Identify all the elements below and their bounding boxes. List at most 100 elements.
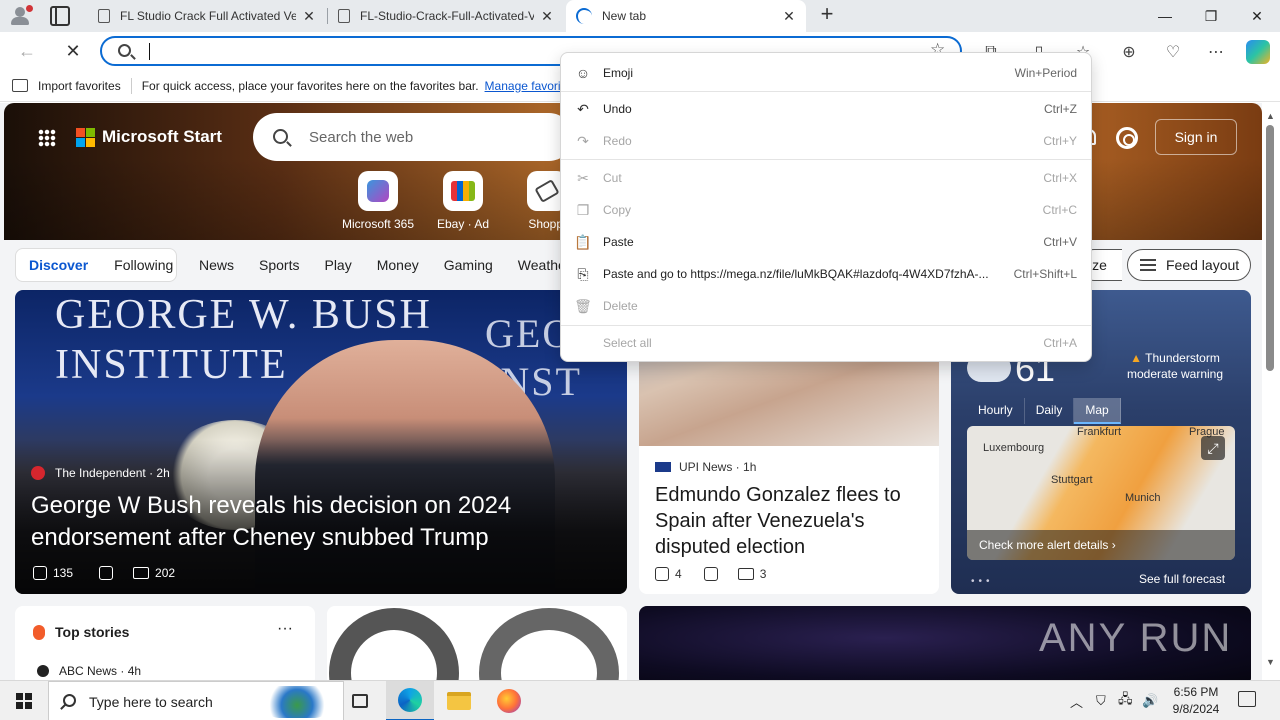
dislike-icon[interactable] [703,567,718,581]
menu-item-paste[interactable]: 📋 Paste Ctrl+V [561,228,1091,256]
settings-more-icon[interactable]: ⋯ [1205,41,1227,63]
map-label: Frankfurt [1077,426,1122,438]
sign-in-button[interactable]: Sign in [1155,119,1237,155]
like-icon[interactable] [655,567,669,581]
start-button[interactable] [0,681,48,720]
shortcut-ebay[interactable]: Ebay · Ad [423,171,503,231]
story-headline[interactable]: George W Bush reveals his decision on 20… [31,490,611,554]
shortcut-microsoft-365[interactable]: Microsoft 365 [338,171,418,231]
tab-actions-icon[interactable] [50,6,70,26]
page-icon [98,9,110,23]
story-headline[interactable]: Edmundo Gonzalez flees to Spain after Ve… [655,482,925,560]
show-hidden-icons[interactable]: ︿ [1070,681,1083,720]
comment-icon[interactable] [133,567,150,579]
copilot-icon[interactable] [1246,40,1270,64]
taskbar-edge[interactable] [386,681,434,720]
page-icon [338,9,350,23]
tab-map[interactable]: Map [1074,398,1121,424]
security-tray-icon[interactable]: ⛉ [1096,681,1106,720]
map-label: Luxembourg [983,442,1045,454]
restore-button[interactable]: ❐ [1188,0,1234,32]
scroll-thumb[interactable] [1266,125,1274,371]
task-view-button[interactable] [336,681,384,720]
collections-icon[interactable]: ⊕ [1118,41,1140,63]
import-favorites-button[interactable]: Import favorites [12,79,121,93]
nav-play[interactable]: Play [324,257,351,273]
page-settings-icon[interactable] [1116,127,1138,149]
context-menu: ☺ Emoji Win+Period ↶ Undo Ctrl+Z ↷ Redo … [560,52,1092,362]
web-search-box[interactable]: Search the web [253,113,573,161]
nav-money[interactable]: Money [377,257,419,273]
tab-daily[interactable]: Daily [1025,398,1075,424]
tab-discover[interactable]: Discover [16,257,101,273]
menu-item-emoji[interactable]: ☺ Emoji Win+Period [561,59,1091,87]
like-icon[interactable] [33,566,47,580]
ad-card[interactable] [327,606,627,680]
nav-gaming[interactable]: Gaming [444,257,493,273]
close-tab-icon[interactable]: ✕ [540,8,554,25]
weather-tabs: Hourly Daily Map [967,398,1121,424]
story-age: 4h [127,664,142,678]
see-full-forecast-link[interactable]: See full forecast [1139,572,1225,586]
tab-new-tab[interactable]: New tab ✕ [566,0,806,32]
tab-title: New tab [602,9,647,23]
back-button[interactable]: ← [16,40,38,62]
scroll-down-icon[interactable]: ▼ [1266,657,1275,667]
system-clock[interactable]: 6:56 PM 9/8/2024 [1164,684,1228,718]
like-count: 4 [675,567,682,581]
clock-time: 6:56 PM [1173,685,1219,699]
dislike-icon[interactable] [99,566,114,580]
story-source: The Independent [55,466,146,480]
menu-item-delete[interactable]: 🗑 Delete [561,292,1091,320]
abc-news-logo-icon [37,665,49,677]
weather-alert[interactable]: ▲ Thunderstorm moderate warning [1125,350,1225,382]
text-caret [149,43,150,60]
top-story-source-row[interactable]: ABC News · 4h [37,664,141,678]
tab-following[interactable]: Following [101,257,186,273]
volume-icon[interactable]: 🔊 [1142,681,1158,720]
comment-icon[interactable] [737,568,754,580]
taskbar-file-explorer[interactable] [435,681,483,720]
apps-grid-icon[interactable] [38,129,56,147]
flame-icon [33,625,45,640]
shortcut-label: Microsoft 365 [341,217,415,231]
story-reactions: 4 3 [655,567,766,581]
minimize-button[interactable]: — [1142,0,1188,32]
menu-item-undo[interactable]: ↶ Undo Ctrl+Z [561,95,1091,123]
scroll-up-icon[interactable]: ▲ [1266,111,1275,121]
tab-fl-studio-2[interactable]: FL-Studio-Crack-Full-Activated-V ✕ [328,0,564,32]
tab-hourly[interactable]: Hourly [967,398,1025,424]
notifications-center-icon[interactable] [1238,691,1256,707]
tab-fl-studio-1[interactable]: FL Studio Crack Full Activated Ve ✕ [88,0,326,32]
menu-item-cut[interactable]: ✂ Cut Ctrl+X [561,164,1091,192]
featured-story-card[interactable]: GEORGE W. BUSH INSTITUTE GEOR INST The Ind… [15,290,627,594]
weather-map[interactable]: Frankfurt Prague Luxembourg Stuttgart Mu… [967,426,1235,560]
menu-item-copy[interactable]: ❐ Copy Ctrl+C [561,196,1091,224]
page-scrollbar[interactable]: ▲ ▼ [1262,103,1280,680]
menu-item-redo[interactable]: ↷ Redo Ctrl+Y [561,127,1091,155]
nav-sports[interactable]: Sports [259,257,299,273]
taskbar-search-box[interactable]: Type here to search [48,681,344,720]
paste-go-icon: ⎘ [577,265,589,282]
carousel-dots[interactable]: ••• [971,576,994,587]
more-options-icon[interactable]: ··· [277,620,293,638]
stop-loading-button[interactable]: ✕ [62,40,84,62]
alert-text: Thunderstorm moderate warning [1126,351,1224,381]
close-window-button[interactable]: ✕ [1234,0,1280,32]
emoji-icon: ☺ [575,65,591,81]
expand-map-icon[interactable]: ⤢ [1201,436,1225,460]
browser-essentials-icon[interactable]: ♡ [1162,41,1184,63]
network-icon[interactable]: 🖧 [1118,681,1133,720]
close-tab-icon[interactable]: ✕ [302,8,316,25]
new-tab-button[interactable]: + [816,3,838,26]
space-story-card[interactable]: ANY RUN [639,606,1251,680]
alert-details-link[interactable]: Check more alert details › [967,530,1235,560]
profile-avatar-icon[interactable] [8,4,34,28]
taskbar-firefox[interactable] [485,681,533,720]
menu-item-select-all[interactable]: Select all Ctrl+A [561,329,1091,357]
feed-layout-button[interactable]: Feed layout [1127,249,1251,281]
close-tab-icon[interactable]: ✕ [782,8,796,25]
tab-title: FL-Studio-Crack-Full-Activated-V [360,9,534,23]
menu-item-paste-and-go[interactable]: ⎘ Paste and go to https://mega.nz/file/l… [561,260,1091,288]
nav-news[interactable]: News [199,257,234,273]
